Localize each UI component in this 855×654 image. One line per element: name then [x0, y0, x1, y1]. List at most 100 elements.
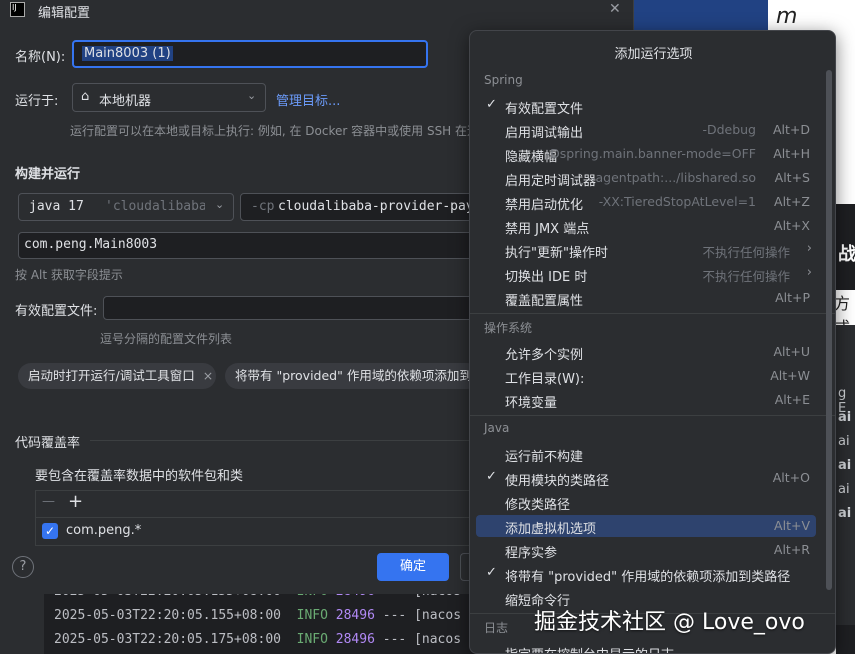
- run-on-hint: 运行配置可以在本地或目标上执行: 例如, 在 Docker 容器中或使用 SSH…: [70, 124, 470, 138]
- build-and-run-heading: 构建并运行: [15, 167, 81, 182]
- menu-item-label: 指定要在控制台中显示的日志: [505, 644, 674, 653]
- menu-item-shortcut: Alt+D: [772, 122, 810, 137]
- name-label: 名称(N):: [15, 50, 66, 65]
- menu-separator: [470, 415, 835, 416]
- menu-item[interactable]: ✓ 有效配置文件: [476, 95, 816, 117]
- close-icon[interactable]: ✕: [609, 1, 621, 17]
- menu-item-hint: 不执行任何操作: [702, 269, 790, 284]
- add-icon[interactable]: +: [68, 491, 83, 512]
- menu-item-shortcut: Alt+X: [774, 218, 810, 233]
- menu-item-shortcut: Alt+U: [773, 344, 810, 359]
- menu-item-label: 将带有 "provided" 作用域的依赖项添加到类路径: [505, 570, 791, 585]
- main-class-field[interactable]: com.peng.Main8003: [18, 232, 480, 259]
- menu-item-label: 程序实参: [505, 546, 558, 561]
- menu-item-shortcut: Alt+V: [774, 518, 810, 533]
- menu-item[interactable]: 禁用启动优化 -XX:TieredStopAtLevel=1 Alt+Z: [476, 191, 816, 213]
- menu-item[interactable]: 环境变量 Alt+E: [476, 389, 816, 411]
- active-profiles-field[interactable]: [103, 296, 480, 320]
- menu-item-label: 禁用 JMX 端点: [505, 222, 590, 237]
- ok-button[interactable]: 确定: [377, 553, 449, 581]
- menu-item[interactable]: 隐藏横幅 -Dspring.main.banner-mode=OFF Alt+H: [476, 143, 816, 165]
- menu-item-label: 禁用启动优化: [505, 198, 584, 213]
- chevron-down-icon: ⌄: [247, 89, 257, 102]
- background-text: ai: [838, 506, 852, 521]
- remove-icon[interactable]: —: [42, 494, 55, 509]
- menu-item-hint: 不执行任何操作: [702, 245, 790, 260]
- jdk-select[interactable]: java 17 'cloudalibaba-prov ⌄: [18, 193, 234, 221]
- menu-item[interactable]: 修改类路径: [476, 491, 816, 513]
- divider: [90, 440, 480, 441]
- manage-targets-link[interactable]: 管理目标...: [276, 90, 340, 109]
- coverage-item-checkbox[interactable]: ✓: [42, 523, 58, 539]
- menu-item[interactable]: 添加虚拟机选项 Alt+V: [476, 515, 816, 537]
- menu-item[interactable]: 切换出 IDE 时 不执行任何操作 ›: [476, 263, 816, 285]
- background-text: ai: [838, 482, 850, 497]
- menu-item-label: 执行"更新"操作时: [505, 246, 608, 261]
- chip-open-run-window: 启动时打开运行/调试工具窗口 ×: [18, 363, 216, 389]
- console-line: 2025-05-03T22:20:05.155+08:00 INFO 28496…: [54, 608, 462, 623]
- menu-item[interactable]: 禁用 JMX 端点 Alt+X: [476, 215, 816, 237]
- chip-label: 将带有 "provided" 作用域的依赖项添加到类: [235, 368, 480, 383]
- menu-item[interactable]: 程序实参 Alt+R: [476, 539, 816, 561]
- background-selection-bar: [633, 0, 768, 32]
- menu-item[interactable]: 指定要在控制台中显示的日志: [476, 641, 816, 653]
- watermark: 掘金技术社区 @ Love_ovo: [534, 610, 805, 635]
- run-on-select[interactable]: ⌂ 本地机器 ⌄: [72, 83, 266, 112]
- add-run-options-popup: 添加运行选项 Spring ✓ 有效配置文件 启用调试输出 -Ddebug Alt+D 隐藏…: [469, 30, 836, 654]
- background-text: 战: [838, 244, 855, 265]
- intellij-icon: IJ: [10, 2, 25, 17]
- chip-close-icon[interactable]: ×: [203, 368, 213, 383]
- active-profiles-hint: 逗号分隔的配置文件列表: [100, 332, 233, 346]
- background-text: ai: [838, 458, 852, 473]
- check-icon: ✓: [486, 97, 497, 112]
- menu-item[interactable]: 工作目录(W): Alt+W: [476, 365, 816, 387]
- menu-item[interactable]: 运行前不构建: [476, 443, 816, 465]
- menu-item[interactable]: ✓ 将带有 "provided" 作用域的依赖项添加到类路径: [476, 563, 816, 585]
- menu-item-shortcut: Alt+H: [773, 146, 810, 161]
- background-editor-letter: m: [776, 4, 798, 29]
- menu-item-shortcut: Alt+E: [774, 392, 810, 407]
- menu-item-shortcut: Alt+W: [770, 368, 810, 383]
- background-dark-panel-2: [836, 325, 855, 625]
- run-on-value: 本地机器: [99, 94, 152, 109]
- menu-section-header: Spring: [484, 73, 523, 87]
- name-field[interactable]: Main8003 (1): [72, 40, 428, 68]
- chevron-down-icon: ⌄: [215, 198, 225, 211]
- menu-item-hint: -agentpath:.../libshared.so: [591, 170, 756, 185]
- menu-item-shortcut: Alt+Z: [774, 194, 810, 209]
- menu-section-header: Java: [484, 421, 510, 435]
- menu-item[interactable]: ✓ 使用模块的类路径 Alt+O: [476, 467, 816, 489]
- menu-item[interactable]: 启用定时调试器 -agentpath:.../libshared.so Alt+S: [476, 167, 816, 189]
- chip-label: 启动时打开运行/调试工具窗口: [28, 368, 195, 383]
- menu-item-shortcut: Alt+S: [774, 170, 810, 185]
- menu-item-hint: -XX:TieredStopAtLevel=1: [598, 194, 756, 209]
- check-icon: ✓: [486, 469, 497, 484]
- cp-value: cloudalibaba-provider-payme: [278, 199, 490, 214]
- menu-item-label: 添加虚拟机选项: [505, 522, 597, 537]
- menu-item[interactable]: 执行"更新"操作时 不执行任何操作 ›: [476, 239, 816, 261]
- menu-item-shortcut: Alt+R: [773, 542, 810, 557]
- name-value: Main8003 (1): [82, 46, 173, 61]
- popup-title: 添加运行选项: [614, 47, 693, 62]
- menu-item[interactable]: 覆盖配置属性 Alt+P: [476, 287, 816, 309]
- menu-item-shortcut: Alt+O: [772, 470, 810, 485]
- menu-item[interactable]: 启用调试输出 -Ddebug Alt+D: [476, 119, 816, 141]
- coverage-item-label: com.peng.*: [66, 523, 142, 538]
- menu-item-label: 启用调试输出: [505, 126, 584, 141]
- menu-item-hint: -Dspring.main.banner-mode=OFF: [545, 146, 756, 161]
- menu-section-header: 操作系统: [484, 321, 533, 335]
- active-profiles-label: 有效配置文件:: [15, 304, 98, 319]
- coverage-heading: 代码覆盖率: [15, 436, 81, 451]
- classpath-field[interactable]: -cp cloudalibaba-provider-payme: [240, 193, 489, 221]
- menu-item-label: 切换出 IDE 时: [505, 270, 588, 285]
- menu-item[interactable]: 允许多个实例 Alt+U: [476, 341, 816, 363]
- run-on-label: 运行于:: [15, 94, 59, 109]
- menu-item-label: 覆盖配置属性: [505, 294, 584, 309]
- menu-item-label: 使用模块的类路径: [505, 474, 610, 489]
- home-icon: ⌂: [81, 89, 90, 104]
- popup-scrollbar[interactable]: [826, 70, 832, 590]
- menu-item-hint: -Ddebug: [702, 122, 756, 137]
- help-icon[interactable]: ?: [12, 556, 34, 578]
- menu-item-label: 运行前不构建: [505, 450, 584, 465]
- background-text: ai: [838, 434, 850, 449]
